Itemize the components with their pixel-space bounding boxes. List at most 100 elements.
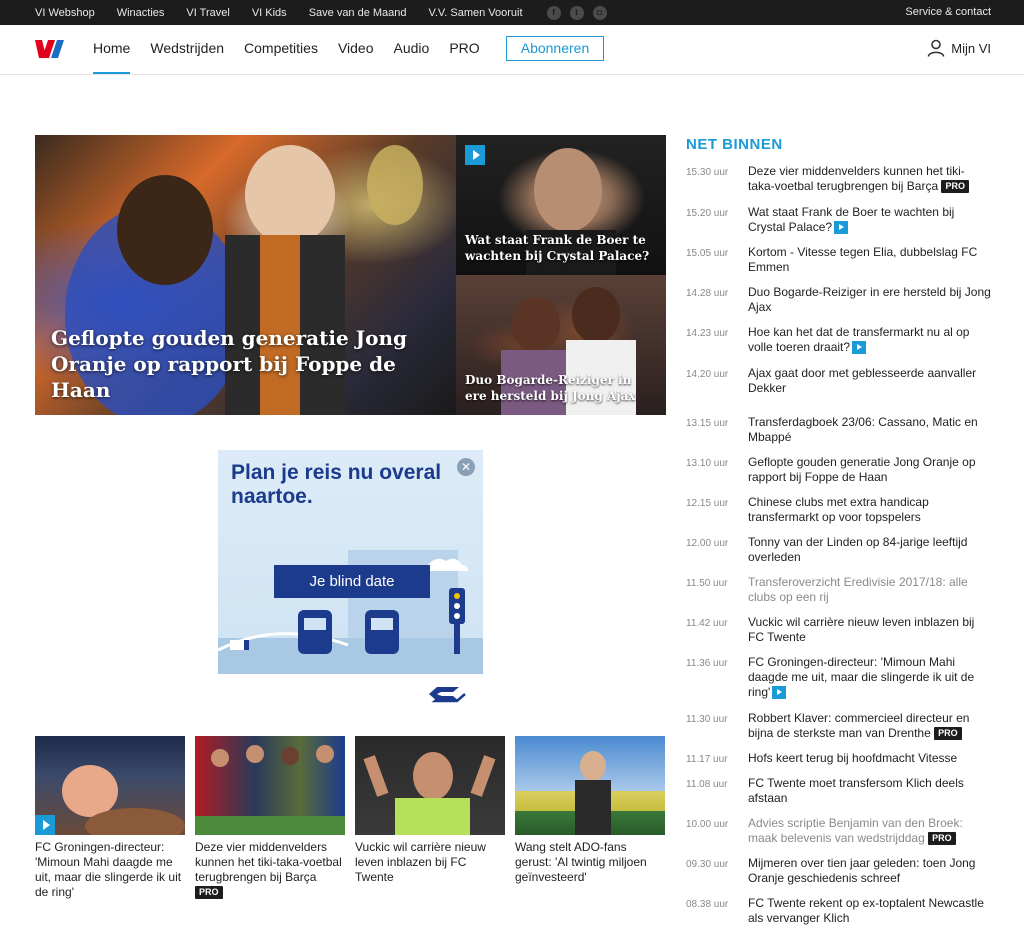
hero-side-article-2[interactable]: Duo Bogarde-Reiziger in ere hersteld bij… — [456, 275, 666, 415]
news-time: 15.20 uur — [686, 208, 729, 219]
news-item[interactable]: 14.28 uur Duo Bogarde-Reiziger in ere he… — [686, 285, 991, 315]
news-title: Transferoverzicht Eredivisie 2017/18: al… — [748, 575, 968, 604]
advertisement[interactable]: Plan je reis nu overal naartoe. ✕ Je bli… — [218, 450, 483, 674]
top-link-vv[interactable]: V.V. Samen Vooruit — [429, 7, 523, 19]
news-title: Vuckic wil carrière nieuw leven inblazen… — [748, 615, 975, 644]
news-time: 13.15 uur — [686, 418, 729, 429]
news-time: 14.23 uur — [686, 328, 729, 339]
article-card-2[interactable]: Deze vier middenvelders kunnen het tiki-… — [195, 736, 345, 900]
twitter-icon[interactable]: t — [569, 5, 584, 20]
card-image-3 — [355, 736, 505, 835]
news-text: FC Groningen-directeur: 'Mimoun Mahi daa… — [748, 655, 991, 700]
nav-pro[interactable]: PRO — [449, 25, 479, 74]
news-time: 11.50 uur — [686, 578, 728, 589]
top-link-travel[interactable]: VI Travel — [186, 7, 229, 19]
main-nav: Home Wedstrijden Competities Video Audio… — [0, 25, 1024, 75]
social-icons: f t ◘ — [546, 5, 607, 20]
pro-badge: PRO — [934, 727, 962, 741]
news-item[interactable]: 11.30 uur Robbert Klaver: commercieel di… — [686, 711, 991, 741]
news-time: 11.36 uur — [686, 658, 728, 669]
news-title: Mijmeren over tien jaar geleden: toen Jo… — [748, 856, 976, 885]
news-time: 14.28 uur — [686, 288, 729, 299]
news-title: Ajax gaat door met geblesseerde aanvalle… — [748, 366, 977, 395]
news-time: 15.30 uur — [686, 167, 729, 178]
news-time: 12.15 uur — [686, 498, 729, 509]
news-time: 09.30 uur — [686, 859, 729, 870]
vi-logo[interactable] — [35, 38, 65, 58]
news-time: 11.17 uur — [686, 754, 728, 765]
hero-main-article[interactable]: Geflopte gouden generatie Jong Oranje op… — [35, 135, 456, 415]
news-time: 12.00 uur — [686, 538, 729, 549]
user-icon — [927, 39, 945, 57]
nav-video[interactable]: Video — [338, 25, 374, 74]
news-time: 10.00 uur — [686, 819, 729, 830]
news-item[interactable]: 14.23 uur Hoe kan het dat de transfermar… — [686, 325, 991, 355]
news-title: FC Twente rekent op ex-toptalent Newcast… — [748, 896, 984, 925]
nav-menu: Home Wedstrijden Competities Video Audio… — [93, 25, 500, 74]
news-title: Deze vier middenvelders kunnen het tiki-… — [748, 164, 965, 193]
news-item[interactable]: 15.20 uur Wat staat Frank de Boer te wac… — [686, 205, 991, 235]
video-play-icon[interactable] — [465, 145, 485, 165]
top-link-winacties[interactable]: Winacties — [117, 7, 165, 19]
nav-home[interactable]: Home — [93, 25, 131, 74]
top-link-save[interactable]: Save van de Maand — [309, 7, 407, 19]
card-image-4 — [515, 736, 665, 835]
pro-badge: PRO — [928, 832, 956, 846]
card-image-1 — [35, 736, 185, 835]
news-time: 11.30 uur — [686, 714, 728, 725]
video-play-icon — [834, 221, 849, 235]
news-item[interactable]: 11.50 uur Transferoverzicht Eredivisie 2… — [686, 575, 991, 605]
video-play-icon[interactable] — [35, 815, 55, 835]
card-title-2-text: Deze vier middenvelders kunnen het tiki-… — [195, 840, 342, 884]
news-item[interactable]: 13.10 uur Geflopte gouden generatie Jong… — [686, 455, 991, 485]
news-text: Advies scriptie Benjamin van den Broek: … — [748, 816, 991, 846]
hero-side-title-1: Wat staat Frank de Boer te wachten bij C… — [465, 233, 650, 263]
news-item[interactable]: 11.08 uur FC Twente moet transfersom Kli… — [686, 776, 991, 806]
net-binnen-title: NET BINNEN — [686, 136, 783, 153]
article-card-1[interactable]: FC Groningen-directeur: 'Mimoun Mahi daa… — [35, 736, 185, 900]
instagram-icon[interactable]: ◘ — [592, 5, 607, 20]
video-play-icon — [772, 686, 787, 700]
service-contact-link[interactable]: Service & contact — [905, 0, 991, 25]
news-item[interactable]: 08.38 uur FC Twente rekent op ex-toptale… — [686, 896, 991, 926]
news-item[interactable]: 11.17 uur Hofs keert terug bij hoofdmach… — [686, 751, 991, 767]
article-card-3[interactable]: Vuckic wil carrière nieuw leven inblazen… — [355, 736, 505, 885]
news-item[interactable]: 10.00 uur Advies scriptie Benjamin van d… — [686, 816, 991, 846]
facebook-icon[interactable]: f — [546, 5, 561, 20]
news-item[interactable]: 14.20 uur Ajax gaat door met geblesseerd… — [686, 366, 991, 396]
news-item[interactable]: 15.30 uur Deze vier middenvelders kunnen… — [686, 164, 991, 194]
card-title-3: Vuckic wil carrière nieuw leven inblazen… — [355, 840, 486, 884]
news-time: 11.42 uur — [686, 618, 728, 629]
news-item[interactable]: 15.05 uur Kortom - Vitesse tegen Elia, d… — [686, 245, 991, 275]
top-link-webshop[interactable]: VI Webshop — [35, 7, 95, 19]
ad-close-icon[interactable]: ✕ — [457, 458, 475, 476]
hero-side-title-2: Duo Bogarde-Reiziger in ere hersteld bij… — [465, 373, 636, 403]
news-item[interactable]: 09.30 uur Mijmeren over tien jaar gelede… — [686, 856, 991, 886]
top-bar: VI Webshop Winacties VI Travel VI Kids S… — [0, 0, 1024, 25]
account-link[interactable]: Mijn VI — [927, 39, 991, 57]
ad-title: Plan je reis nu overal naartoe. — [231, 461, 442, 508]
news-time: 14.20 uur — [686, 369, 729, 380]
nav-audio[interactable]: Audio — [394, 25, 430, 74]
ad-button[interactable]: Je blind date — [274, 565, 430, 598]
article-card-4[interactable]: Wang stelt ADO-fans gerust: 'Al twintig … — [515, 736, 665, 885]
nav-wedstrijden[interactable]: Wedstrijden — [150, 25, 224, 74]
top-link-kids[interactable]: VI Kids — [252, 7, 287, 19]
news-time: 11.08 uur — [686, 779, 728, 790]
news-item[interactable]: 13.15 uur Transferdagboek 23/06: Cassano… — [686, 415, 991, 445]
nav-competities[interactable]: Competities — [244, 25, 318, 74]
news-title: Kortom - Vitesse tegen Elia, dubbelslag … — [748, 245, 978, 274]
news-title: Hofs keert terug bij hoofdmacht Vitesse — [748, 751, 958, 765]
pro-badge: PRO — [941, 180, 969, 194]
news-time: 13.10 uur — [686, 458, 729, 469]
news-item[interactable]: 11.42 uur Vuckic wil carrière nieuw leve… — [686, 615, 991, 645]
account-label: Mijn VI — [951, 40, 991, 56]
news-title: Chinese clubs met extra handicap transfe… — [748, 495, 929, 524]
video-play-icon — [852, 341, 867, 355]
news-title: Wat staat Frank de Boer te wachten bij C… — [748, 205, 955, 234]
news-item[interactable]: 11.36 uur FC Groningen-directeur: 'Mimou… — [686, 655, 991, 700]
news-item[interactable]: 12.15 uur Chinese clubs met extra handic… — [686, 495, 991, 525]
news-item[interactable]: 12.00 uur Tonny van der Linden op 84-jar… — [686, 535, 991, 565]
hero-side-article-1[interactable]: Wat staat Frank de Boer te wachten bij C… — [456, 135, 666, 275]
subscribe-button[interactable]: Abonneren — [506, 36, 604, 61]
